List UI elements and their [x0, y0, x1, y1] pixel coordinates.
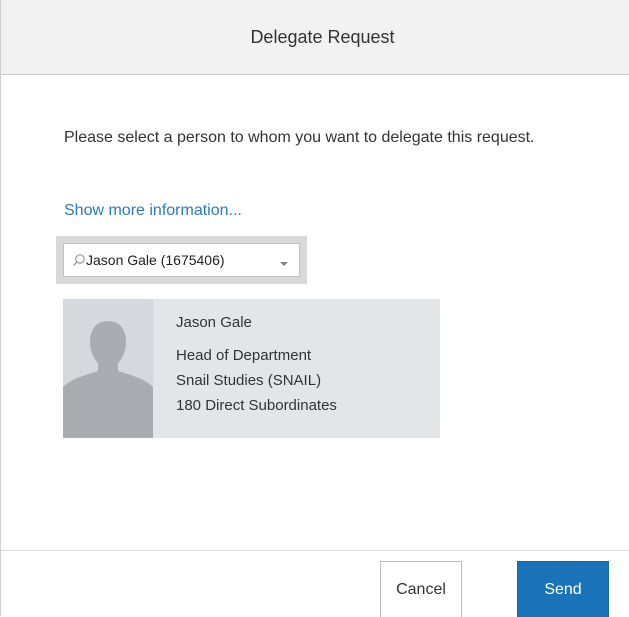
- person-subordinates: 180 Direct Subordinates: [176, 397, 337, 414]
- person-info: Jason Gale Head of Department Snail Stud…: [176, 309, 337, 418]
- dialog-footer: Cancel Send: [1, 550, 629, 617]
- chevron-down-icon[interactable]: [279, 256, 289, 266]
- dialog-title: Delegate Request: [250, 26, 395, 47]
- person-search-combobox-focus-frame: [56, 236, 307, 284]
- dialog-header: Delegate Request: [1, 0, 629, 75]
- instruction-text: Please select a person to whom you want …: [64, 129, 535, 146]
- person-card[interactable]: Jason Gale Head of Department Snail Stud…: [63, 299, 440, 438]
- cancel-button[interactable]: Cancel: [380, 561, 462, 617]
- search-icon: [72, 253, 86, 267]
- send-button[interactable]: Send: [517, 561, 609, 617]
- person-position: Head of Department: [176, 347, 312, 364]
- person-org-unit: Snail Studies (SNAIL): [176, 372, 322, 389]
- person-silhouette-icon: [63, 321, 153, 438]
- person-search-combobox[interactable]: [63, 243, 300, 277]
- show-more-information-link[interactable]: Show more information...: [64, 202, 242, 220]
- person-search-input[interactable]: [86, 249, 258, 271]
- avatar: [63, 299, 153, 438]
- person-name: Jason Gale: [176, 314, 252, 331]
- delegate-request-dialog: Delegate Request Please select a person …: [0, 0, 629, 617]
